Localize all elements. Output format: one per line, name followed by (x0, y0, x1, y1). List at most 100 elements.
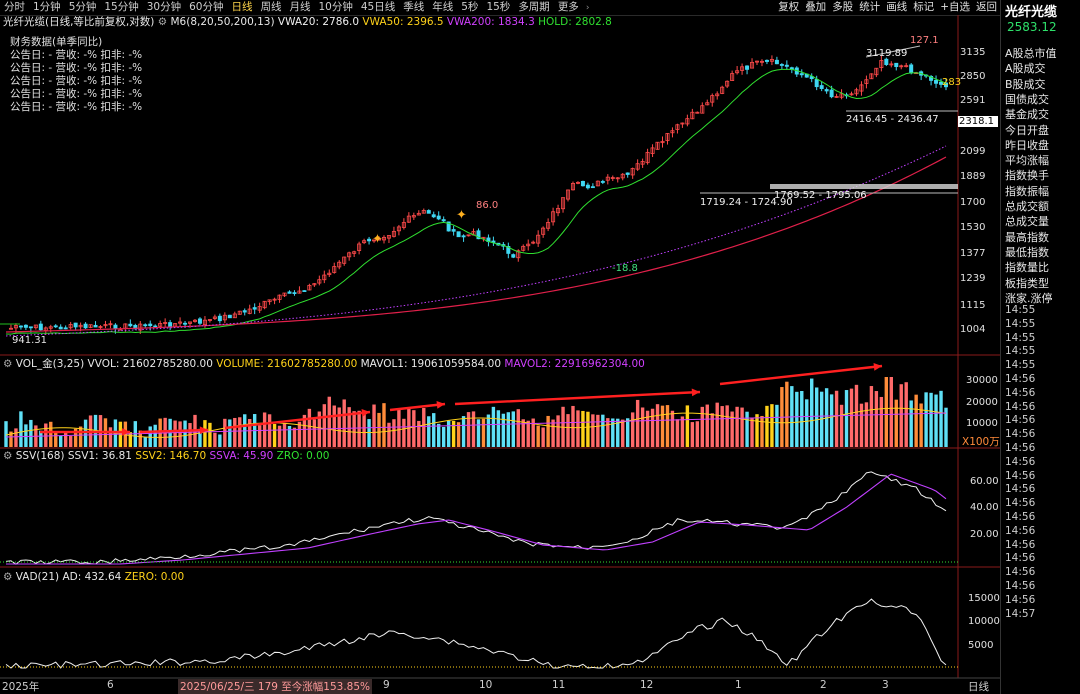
zro-label: ZRO: 0.00 (276, 450, 330, 462)
side-menu-item[interactable]: 指数量比 (1005, 260, 1049, 275)
volume-bar (208, 422, 212, 447)
volume-bar (59, 435, 63, 447)
volume-bar (143, 436, 147, 447)
volume-bar (869, 386, 874, 447)
volume-bar (854, 384, 859, 447)
period-button[interactable]: 日线 (968, 679, 989, 694)
volume-bar (591, 414, 595, 447)
volume-bar (461, 416, 466, 447)
volume-bar (14, 428, 18, 447)
y-tick-label: 2850 (960, 71, 986, 82)
ssv-panel-header: ⚙ SSV(168) SSV1: 36.81 SSV2: 146.70 SSVA… (3, 450, 329, 463)
volume-bar (755, 414, 759, 447)
main-panel-header: 光纤光缆(日线,等比前复权,对数) ⚙ M6(8,20,50,200,13) V… (3, 16, 612, 29)
ad-line (5, 598, 947, 669)
volume-bar (233, 417, 237, 447)
settings-icon[interactable]: ⚙ (3, 358, 12, 370)
y-tick-label: 1700 (960, 197, 986, 208)
annotation-low-188: -18.8 (612, 263, 638, 274)
settings-icon[interactable]: ⚙ (3, 450, 12, 462)
candle-body (774, 59, 779, 65)
volume-bar (725, 405, 729, 447)
candle-body (58, 326, 63, 330)
side-menu-item[interactable]: 总成交额 (1005, 199, 1049, 214)
settings-icon[interactable]: ⚙ (3, 571, 12, 583)
volume-bar (829, 394, 834, 447)
volume-bar (327, 396, 331, 447)
ma-label[interactable]: M6(8,20,50,200,13) (170, 16, 274, 28)
volume-bar (292, 427, 297, 447)
volume-bar (924, 392, 928, 447)
candle-body (819, 85, 824, 89)
volume-bar (213, 432, 217, 447)
financial-row: 公告日: - 营收: -% 扣非: -% (10, 49, 143, 61)
side-menu-item[interactable]: 国债成交 (1005, 92, 1049, 107)
side-menu-item[interactable]: B股成交 (1005, 77, 1046, 92)
y-tick-label: 20000 (966, 397, 998, 408)
vol-label: VOL_金(3,25) (15, 358, 85, 370)
volume-bar (581, 410, 585, 447)
candle-body (128, 323, 133, 327)
annotation-cut-283: 283 (942, 77, 962, 88)
side-menu-item[interactable]: A股总市值 (1005, 46, 1057, 61)
candle-body (217, 315, 222, 322)
candle-body (441, 219, 446, 222)
vad-panel-header: ⚙ VAD(21) AD: 432.64 ZERO: 0.00 (3, 571, 184, 584)
candle-body (625, 172, 630, 175)
volume-bar (735, 406, 739, 447)
volume-bar (228, 419, 232, 447)
candle-body (894, 62, 899, 67)
candle-body (934, 79, 939, 84)
volume-bar (322, 404, 327, 447)
side-menu-item[interactable]: 最低指数 (1005, 245, 1049, 260)
butterfly-icon: ✦ (456, 208, 467, 223)
annotation-high-311989: 3119.89 (866, 48, 908, 59)
volume-bar (471, 411, 476, 447)
side-menu-item[interactable]: 昨日收盘 (1005, 138, 1049, 153)
volume-bar (357, 410, 361, 447)
side-menu-item[interactable]: 平均涨幅 (1005, 153, 1049, 168)
volume-bar (526, 420, 530, 447)
side-time-item: 14:56 (1005, 455, 1036, 468)
y-tick-label: 1530 (960, 222, 986, 233)
volume-bar (24, 424, 28, 447)
volume-bar (884, 377, 889, 447)
volume-bar (914, 394, 918, 447)
candle-body (153, 325, 158, 328)
annotation-zone3: 2416.45 - 2436.47 (846, 114, 939, 125)
candle-body (148, 323, 153, 327)
volume-bar (312, 419, 317, 447)
candle-body (18, 325, 23, 328)
candle-body (292, 292, 297, 295)
volume-bar (839, 404, 844, 447)
annotation-peak-86: 86.0 (476, 200, 499, 211)
ssv2-label: SSV2: 146.70 (135, 450, 207, 462)
side-menu-item[interactable]: 指数振幅 (1005, 184, 1049, 199)
volume-bar (710, 413, 714, 447)
volume-bar (879, 396, 884, 447)
trend-arrow (454, 390, 701, 406)
vwa50-label: VWA50: 2396.5 (362, 16, 444, 28)
side-menu-item[interactable]: 基金成交 (1005, 107, 1049, 122)
volume-bar (238, 417, 242, 447)
y-tick-label: 2099 (960, 146, 986, 157)
volume-bar (44, 423, 48, 447)
volume-bar (929, 392, 933, 447)
settings-icon[interactable]: ⚙ (158, 16, 167, 28)
side-time-item: 14:55 (1005, 317, 1036, 330)
side-menu-item[interactable]: 板指类型 (1005, 276, 1049, 291)
side-time-item: 14:56 (1005, 552, 1036, 565)
side-menu-item[interactable]: A股成交 (1005, 61, 1046, 76)
volume-bar (660, 405, 665, 447)
side-menu-item[interactable]: 指数换手 (1005, 168, 1049, 183)
side-menu-item[interactable]: 总成交量 (1005, 214, 1049, 229)
volume-bar (680, 416, 685, 447)
volume-bar (546, 415, 550, 447)
vol-panel-header: ⚙ VOL_金(3,25) VVOL: 21602785280.00 VOLUM… (3, 358, 645, 371)
volume-bar (586, 411, 590, 447)
side-menu-item[interactable]: 最高指数 (1005, 230, 1049, 245)
chart-canvas[interactable]: ✦✦ (0, 0, 1000, 694)
side-menu-item[interactable]: 今日开盘 (1005, 123, 1049, 138)
volume-bar (874, 391, 879, 447)
mavol2-label: MAVOL2: 22916962304.00 (504, 358, 645, 370)
